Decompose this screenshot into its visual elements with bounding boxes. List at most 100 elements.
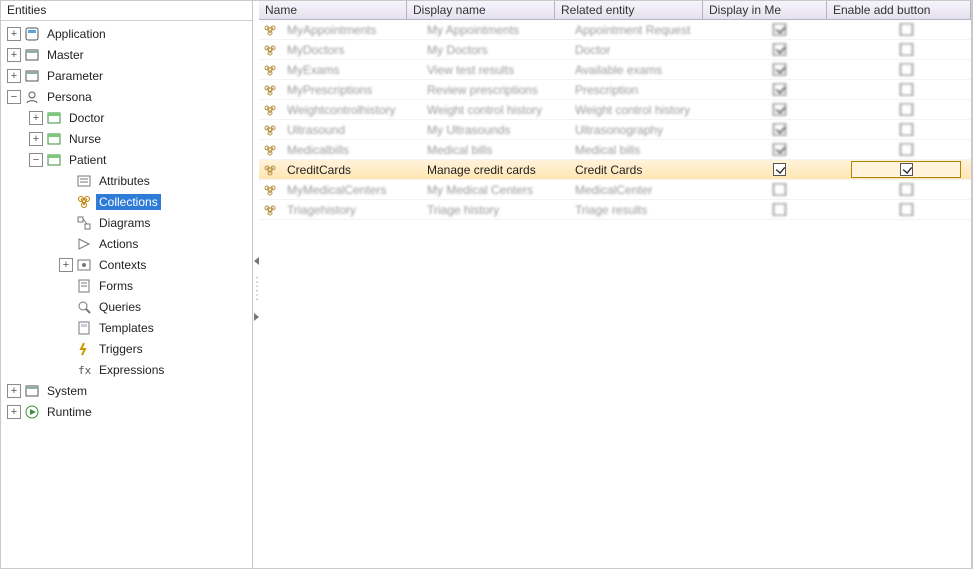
- tree-label[interactable]: Attributes: [96, 173, 153, 189]
- expand-icon[interactable]: +: [7, 69, 21, 83]
- cell-name[interactable]: MyExams: [281, 63, 421, 77]
- tree-label[interactable]: Runtime: [44, 404, 95, 420]
- tree-label[interactable]: Templates: [96, 320, 157, 336]
- display-in-me-checkbox[interactable]: [773, 123, 786, 136]
- cell-related[interactable]: Weight control history: [569, 103, 717, 117]
- tree-label[interactable]: Doctor: [66, 110, 107, 126]
- cell-related[interactable]: Medical bills: [569, 143, 717, 157]
- tree-node-queries[interactable]: Queries: [1, 296, 252, 317]
- expand-icon[interactable]: +: [59, 258, 73, 272]
- expand-icon[interactable]: +: [7, 48, 21, 62]
- enable-add-checkbox[interactable]: [900, 63, 913, 76]
- cell-related[interactable]: Ultrasonography: [569, 123, 717, 137]
- cell-display[interactable]: Review prescriptions: [421, 83, 569, 97]
- enable-add-checkbox[interactable]: [900, 23, 913, 36]
- collapse-icon[interactable]: −: [7, 90, 21, 104]
- tree-node-param[interactable]: + Parameter: [1, 65, 252, 86]
- cell-related[interactable]: Credit Cards: [569, 163, 717, 177]
- display-in-me-checkbox[interactable]: [773, 63, 786, 76]
- tree-label[interactable]: Parameter: [44, 68, 106, 84]
- display-in-me-checkbox[interactable]: [773, 23, 786, 36]
- grid-header-display-in-me[interactable]: Display in Me: [703, 1, 827, 19]
- grid-header-related[interactable]: Related entity: [555, 1, 703, 19]
- grid-header-enable-add[interactable]: Enable add button: [827, 1, 971, 19]
- tree-node-runtime[interactable]: +Runtime: [1, 401, 252, 422]
- cell-display[interactable]: View test results: [421, 63, 569, 77]
- tree-label[interactable]: Nurse: [66, 131, 104, 147]
- tree-node-contexts[interactable]: + Contexts: [1, 254, 252, 275]
- cell-name[interactable]: Medicalbills: [281, 143, 421, 157]
- cell-related[interactable]: Doctor: [569, 43, 717, 57]
- tree-label[interactable]: Diagrams: [96, 215, 153, 231]
- cell-related[interactable]: Available exams: [569, 63, 717, 77]
- collapse-left-icon[interactable]: [254, 257, 259, 265]
- splitter[interactable]: ······: [253, 1, 259, 568]
- cell-display[interactable]: Weight control history: [421, 103, 569, 117]
- table-row[interactable]: CreditCardsManage credit cardsCredit Car…: [259, 160, 971, 180]
- table-row[interactable]: MyDoctorsMy DoctorsDoctor: [259, 40, 971, 60]
- table-row[interactable]: MedicalbillsMedical billsMedical bills: [259, 140, 971, 160]
- table-row[interactable]: WeightcontrolhistoryWeight control histo…: [259, 100, 971, 120]
- cell-display[interactable]: Triage history: [421, 203, 569, 217]
- enable-add-checkbox[interactable]: [900, 163, 913, 176]
- tree-label[interactable]: Triggers: [96, 341, 146, 357]
- collapse-right-icon[interactable]: [254, 313, 259, 321]
- display-in-me-checkbox[interactable]: [773, 43, 786, 56]
- display-in-me-checkbox[interactable]: [773, 83, 786, 96]
- enable-add-checkbox[interactable]: [900, 183, 913, 196]
- cell-name[interactable]: MyDoctors: [281, 43, 421, 57]
- cell-name[interactable]: MyAppointments: [281, 23, 421, 37]
- tree-label[interactable]: Forms: [96, 278, 136, 294]
- cell-name[interactable]: MyMedicalCenters: [281, 183, 421, 197]
- tree-label[interactable]: Collections: [96, 194, 161, 210]
- tree-node-forms[interactable]: Forms: [1, 275, 252, 296]
- tree-label[interactable]: Contexts: [96, 257, 149, 273]
- cell-name[interactable]: Weightcontrolhistory: [281, 103, 421, 117]
- cell-display[interactable]: Medical bills: [421, 143, 569, 157]
- display-in-me-checkbox[interactable]: [773, 183, 786, 196]
- tree-label[interactable]: System: [44, 383, 90, 399]
- cell-name[interactable]: MyPrescriptions: [281, 83, 421, 97]
- expand-icon[interactable]: +: [29, 132, 43, 146]
- tree-node-colls[interactable]: Collections: [1, 191, 252, 212]
- enable-add-checkbox[interactable]: [900, 123, 913, 136]
- grid-header-display[interactable]: Display name: [407, 1, 555, 19]
- grid-header-name[interactable]: Name: [259, 1, 407, 19]
- enable-add-checkbox[interactable]: [900, 143, 913, 156]
- cell-display[interactable]: My Ultrasounds: [421, 123, 569, 137]
- cell-related[interactable]: Triage results: [569, 203, 717, 217]
- tree-node-exprs[interactable]: Expressions: [1, 359, 252, 380]
- cell-name[interactable]: CreditCards: [281, 163, 421, 177]
- tree-node-master[interactable]: + Master: [1, 44, 252, 65]
- tree-label[interactable]: Application: [44, 26, 109, 42]
- tree-node-doctor[interactable]: +Doctor: [1, 107, 252, 128]
- tree-label[interactable]: Expressions: [96, 362, 167, 378]
- tree-label[interactable]: Master: [44, 47, 87, 63]
- tree-node-patient[interactable]: −Patient: [1, 149, 252, 170]
- tree-node-nurse[interactable]: + Nurse: [1, 128, 252, 149]
- tree-label[interactable]: Queries: [96, 299, 144, 315]
- enable-add-checkbox[interactable]: [900, 43, 913, 56]
- tree-label[interactable]: Persona: [44, 89, 95, 105]
- cell-related[interactable]: Appointment Request: [569, 23, 717, 37]
- enable-add-checkbox[interactable]: [900, 103, 913, 116]
- tree-node-templates[interactable]: Templates: [1, 317, 252, 338]
- enable-add-checkbox[interactable]: [900, 203, 913, 216]
- table-row[interactable]: TriagehistoryTriage historyTriage result…: [259, 200, 971, 220]
- tree-node-persona[interactable]: − Persona: [1, 86, 252, 107]
- collapse-icon[interactable]: −: [29, 153, 43, 167]
- table-row[interactable]: MyMedicalCentersMy Medical CentersMedica…: [259, 180, 971, 200]
- cell-display[interactable]: Manage credit cards: [421, 163, 569, 177]
- display-in-me-checkbox[interactable]: [773, 143, 786, 156]
- tree-label[interactable]: Actions: [96, 236, 141, 252]
- table-row[interactable]: MyExamsView test resultsAvailable exams: [259, 60, 971, 80]
- cell-display[interactable]: My Doctors: [421, 43, 569, 57]
- tree-node-attrs[interactable]: Attributes: [1, 170, 252, 191]
- cell-name[interactable]: Ultrasound: [281, 123, 421, 137]
- cell-display[interactable]: My Appointments: [421, 23, 569, 37]
- expand-icon[interactable]: +: [7, 27, 21, 41]
- cell-related[interactable]: MedicalCenter: [569, 183, 717, 197]
- tree-node-app[interactable]: + Application: [1, 23, 252, 44]
- expand-icon[interactable]: +: [7, 384, 21, 398]
- tree-node-triggers[interactable]: Triggers: [1, 338, 252, 359]
